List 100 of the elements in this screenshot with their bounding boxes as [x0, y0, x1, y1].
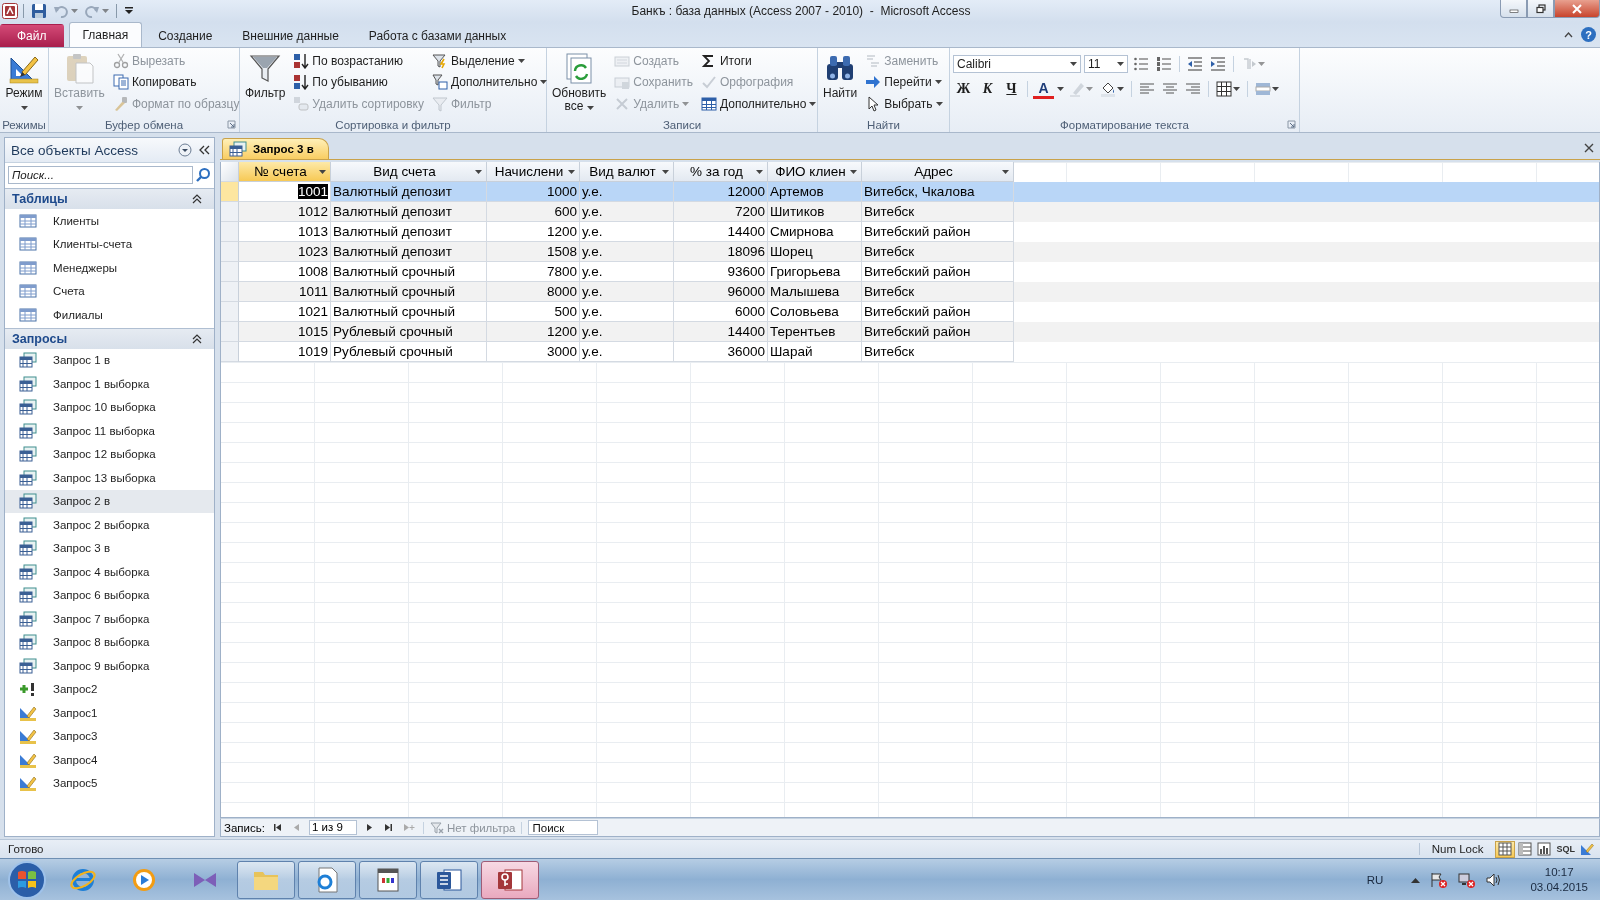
save-button[interactable]: [29, 3, 49, 19]
clock[interactable]: 10:17 03.04.2015: [1530, 864, 1588, 895]
restore-button[interactable]: [1527, 0, 1554, 18]
nav-item[interactable]: Счета: [5, 279, 214, 303]
ribbon-button[interactable]: Выделение: [430, 50, 550, 72]
taskbar-button[interactable]: [420, 860, 478, 899]
nav-item[interactable]: Запрос 4 выборка: [5, 560, 214, 584]
ribbon-button[interactable]: По возрастанию: [291, 50, 426, 72]
ribbon-button[interactable]: Дополнительно: [430, 71, 550, 93]
help-button[interactable]: ?: [1581, 27, 1596, 42]
taskbar-button[interactable]: [481, 860, 539, 899]
caret-icon: [517, 58, 525, 63]
ribbon-button[interactable]: Найти: [821, 50, 860, 102]
flag-warning-icon: [1430, 871, 1449, 888]
view-button[interactable]: SQL: [1554, 840, 1577, 858]
table-row[interactable]: 1011 Валютный срочный 8000 у.е. 96000 Малышева Витебск: [221, 282, 1599, 302]
ribbon-tab[interactable]: Файл: [0, 24, 64, 47]
group-label: Форматирование текста: [1060, 118, 1189, 131]
copy-icon: [112, 74, 129, 91]
column-header[interactable]: № счета: [239, 162, 331, 182]
ribbon-tab[interactable]: Внешние данные: [228, 24, 353, 47]
format-button[interactable]: К: [977, 79, 998, 99]
ribbon-button[interactable]: Дополнительно: [699, 93, 819, 115]
table-cell: Шарай: [768, 342, 862, 362]
ribbon-button[interactable]: Итоги: [699, 50, 819, 72]
ribbon-button[interactable]: Обновить все: [550, 50, 609, 115]
font-field[interactable]: Calibri: [953, 55, 1081, 73]
search-field[interactable]: Поиск: [528, 820, 599, 835]
ribbon-button[interactable]: Фильтр: [243, 50, 288, 102]
nav-item[interactable]: Запрос 2 выборка: [5, 513, 214, 537]
column-header[interactable]: ФИО клиен: [768, 162, 862, 182]
nav-item[interactable]: Запрос 13 выборка: [5, 466, 214, 490]
view-button[interactable]: [1535, 840, 1554, 858]
column-header[interactable]: % за год: [674, 162, 768, 182]
table-row[interactable]: 1008 Валютный срочный 7800 у.е. 93600 Григорьева Витебский район: [221, 262, 1599, 282]
close-button[interactable]: [1554, 0, 1600, 18]
ribbon-button[interactable]: По убыванию: [291, 71, 426, 93]
language-indicator[interactable]: RU: [1366, 873, 1384, 886]
group-label: Режимы: [2, 118, 46, 131]
nav-item[interactable]: Запрос 7 выборка: [5, 607, 214, 631]
nav-item[interactable]: Менеджеры: [5, 256, 214, 280]
nav-item[interactable]: Запрос3: [5, 724, 214, 748]
nav-item[interactable]: Клиенты-счета: [5, 232, 214, 256]
nav-item[interactable]: Запрос 2 в: [5, 489, 214, 513]
nav-item[interactable]: Клиенты: [5, 209, 214, 233]
section-header[interactable]: Таблицы: [5, 188, 214, 209]
close-button[interactable]: [1584, 143, 1594, 153]
nav-item[interactable]: Запрос 11 выборка: [5, 419, 214, 443]
ribbon-tab[interactable]: Работа с базами данных: [354, 24, 521, 47]
nav-item[interactable]: Запрос 1 в: [5, 348, 214, 372]
nav-item[interactable]: Запрос2: [5, 677, 214, 701]
dialog-launcher-button[interactable]: [227, 120, 236, 129]
table-row[interactable]: 1013 Валютный депозит 1200 у.е. 14400 Смирнова Витебский район: [221, 222, 1599, 242]
format-button[interactable]: Ч: [1001, 79, 1022, 99]
search-field[interactable]: Поиск...: [8, 166, 193, 184]
table-row[interactable]: 1021 Валютный срочный 500 у.е. 6000 Соловьева Витебский район: [221, 302, 1599, 322]
customize-button[interactable]: [122, 6, 136, 16]
table-row[interactable]: 1015 Рублевый срочный 1200 у.е. 14400 Терентьев Витебский район: [221, 322, 1599, 342]
document-tab[interactable]: Запрос 3 в: [222, 138, 329, 159]
taskbar-button[interactable]: [359, 860, 417, 899]
taskbar-button[interactable]: [237, 860, 295, 899]
font-color-button[interactable]: A: [1033, 79, 1054, 99]
nav-item[interactable]: Запрос 1 выборка: [5, 372, 214, 396]
format-button[interactable]: Ж: [953, 79, 974, 99]
taskbar-button[interactable]: [298, 860, 356, 899]
dialog-launcher-button[interactable]: [1287, 120, 1296, 129]
arrow-right-icon: [865, 74, 882, 91]
indent-icon: [1210, 56, 1226, 72]
ribbon-tab[interactable]: Создание: [144, 24, 227, 47]
table-row[interactable]: 1019 Рублевый срочный 3000 у.е. 36000 Шарай Витебск: [221, 342, 1599, 362]
caret-icon: [1117, 87, 1124, 91]
table-row[interactable]: 1001 Валютный депозит 1000 у.е. 12000 Артемов Витебск, Чкалова: [221, 182, 1599, 202]
query-icon: [19, 469, 37, 486]
view-button[interactable]: [1495, 840, 1516, 858]
table-icon: [19, 306, 37, 323]
column-header[interactable]: Вид валют: [580, 162, 674, 182]
caret-icon: [1057, 87, 1064, 91]
section-header[interactable]: Запросы: [5, 327, 214, 349]
nav-item[interactable]: Запрос1: [5, 701, 214, 725]
column-header[interactable]: Адрес: [862, 162, 1014, 182]
nav-item[interactable]: Запрос4: [5, 748, 214, 772]
table-row[interactable]: 1012 Валютный депозит 600 у.е. 7200 Шитиков Витебск: [221, 202, 1599, 222]
nav-item[interactable]: Запрос 6 выборка: [5, 583, 214, 607]
font-size-field[interactable]: 11: [1084, 55, 1128, 73]
record-number-field[interactable]: 1 из 9: [308, 820, 357, 835]
ribbon-tab[interactable]: Главная: [68, 22, 143, 47]
nav-item[interactable]: Запрос 10 выборка: [5, 395, 214, 419]
ribbon-button[interactable]: Копировать: [110, 71, 242, 93]
nav-item[interactable]: Запрос5: [5, 771, 214, 795]
nav-item[interactable]: Запрос 3 в: [5, 536, 214, 560]
ribbon-button[interactable]: Перейти: [863, 71, 945, 93]
nav-item[interactable]: Филиалы: [5, 303, 214, 327]
table-row[interactable]: 1023 Валютный депозит 1508 у.е. 18096 Шорец Витебск: [221, 242, 1599, 262]
nav-item[interactable]: Запрос 8 выборка: [5, 630, 214, 654]
nav-item[interactable]: Запрос 12 выборка: [5, 442, 214, 466]
nav-item[interactable]: Запрос 9 выборка: [5, 654, 214, 678]
column-header[interactable]: Вид счета: [331, 162, 487, 182]
ribbon-button[interactable]: Выбрать: [863, 93, 945, 115]
ribbon-button[interactable]: Режим: [3, 50, 45, 115]
column-header[interactable]: Начислени: [487, 162, 580, 182]
